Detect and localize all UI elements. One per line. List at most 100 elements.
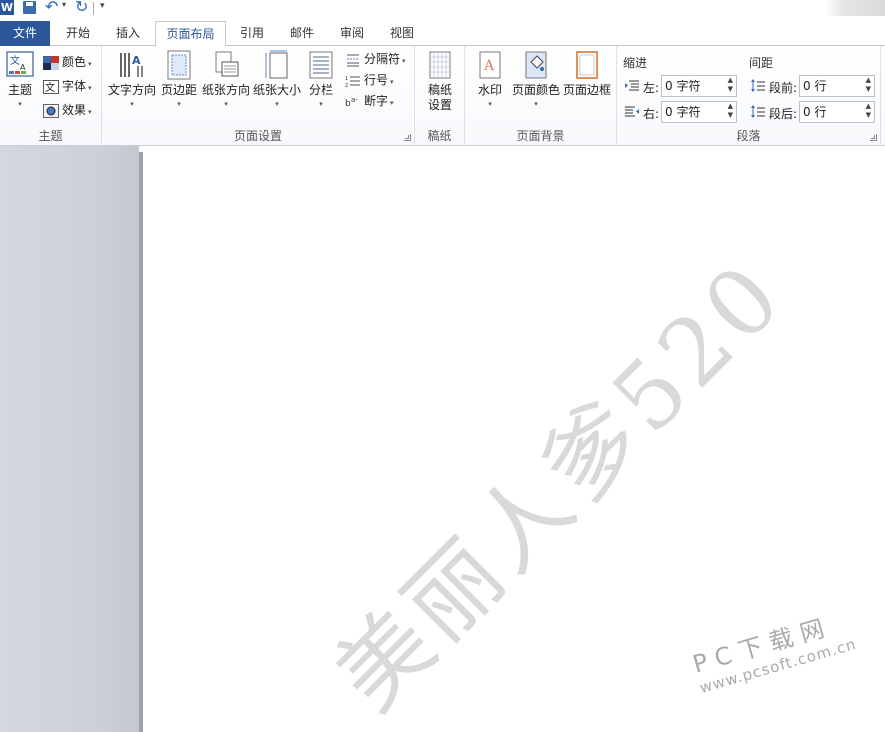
svg-text:A: A — [20, 63, 26, 72]
spin-arrows-icon[interactable]: ▲ ▼ — [866, 76, 871, 94]
indent-right-icon — [625, 106, 639, 117]
indent-left-value: 0 字符 — [665, 79, 701, 93]
page-color-button[interactable]: 页面颜色 ▾ — [512, 50, 560, 110]
theme-colors-button[interactable]: 颜色 ▾ — [43, 52, 92, 72]
page-size-button[interactable]: 纸张大小 ▾ — [252, 50, 302, 110]
manuscript-group: 稿纸 设置 稿纸 — [415, 46, 465, 146]
svg-text:a-: a- — [351, 96, 358, 104]
line-numbers-label: 行号 — [364, 73, 389, 87]
manuscript-settings-button[interactable]: 稿纸 设置 — [423, 50, 457, 113]
svg-text:文: 文 — [10, 54, 20, 67]
indent-heading: 缩进 — [623, 56, 648, 70]
columns-icon — [309, 51, 333, 79]
hyphenation-label: 断字 — [364, 94, 389, 108]
chevron-down-icon: ▾ — [275, 100, 279, 108]
spacing-heading: 间距 — [749, 56, 774, 70]
page-border-icon — [576, 51, 598, 79]
spacing-after-value: 0 行 — [803, 105, 827, 119]
chevron-down-icon: ▾ — [534, 100, 538, 108]
chevron-down-icon: ▾ — [18, 100, 22, 108]
theme-group-label: 主题 — [38, 129, 63, 143]
theme-group: 文 A 主题 ▾ 颜色 ▾ 文 字体 ▾ 效果 ▾ 主题 — [0, 46, 102, 146]
spacing-before-icon — [751, 79, 765, 92]
manuscript-label-line2: 设置 — [427, 98, 452, 112]
paragraph-group-label: 段落 — [736, 129, 761, 143]
page-size-icon — [265, 50, 288, 79]
line-numbers-button[interactable]: 1 2 行号 ▾ — [345, 70, 394, 90]
theme-fonts-button[interactable]: 文 字体 ▾ — [43, 76, 92, 96]
indent-right-value: 0 字符 — [665, 105, 701, 119]
indent-left-spinner[interactable]: 0 字符 ▲ ▼ — [661, 75, 737, 97]
indent-left-label: 左: — [643, 81, 660, 95]
paragraph-group: 缩进 间距 左: 0 字符 ▲ ▼ 右: 0 字符 ▲ ▼ 段前: 0 行 ▲ ▼ — [617, 46, 881, 146]
spacing-before-value: 0 行 — [803, 79, 827, 93]
spacing-before-label: 段前: — [769, 81, 798, 95]
columns-label: 分栏 — [308, 83, 333, 97]
orientation-button[interactable]: 纸张方向 ▾ — [201, 50, 251, 110]
page-setup-group: A 文字方向 ▾ 页边距 ▾ 纸张方向 ▾ 纸张大小 ▾ 分栏 ▾ 分隔符 ▾ … — [102, 46, 415, 146]
indent-left-icon — [625, 80, 639, 91]
ribbon: 文 A 主题 ▾ 颜色 ▾ 文 字体 ▾ 效果 ▾ 主题 A 文字方向 ▾ 页边… — [0, 46, 885, 146]
tab-review[interactable]: 审阅 — [330, 21, 374, 46]
tab-references[interactable]: 引用 — [230, 21, 274, 46]
theme-label: 主题 — [7, 83, 32, 97]
columns-button[interactable]: 分栏 ▾ — [306, 50, 336, 110]
margins-icon — [167, 50, 191, 80]
fonts-label: 字体 — [62, 79, 87, 93]
chevron-down-icon: ▾ — [130, 100, 134, 108]
spin-arrows-icon[interactable]: ▲ ▼ — [728, 76, 733, 94]
svg-text:文: 文 — [45, 81, 55, 94]
page-size-label: 纸张大小 — [252, 83, 301, 97]
breaks-button[interactable]: 分隔符 ▾ — [345, 49, 406, 69]
orientation-icon — [215, 51, 239, 77]
redo-icon[interactable]: ↻ — [75, 0, 88, 16]
chevron-down-icon: ▾ — [319, 100, 323, 108]
spin-arrows-icon[interactable]: ▲ ▼ — [728, 102, 733, 120]
text-direction-label: 文字方向 — [107, 83, 156, 97]
margins-label: 页边距 — [160, 83, 197, 97]
undo-icon[interactable]: ↶ — [45, 0, 58, 16]
customize-toolbar-icon[interactable]: ▾ — [100, 1, 105, 11]
text-direction-button[interactable]: A 文字方向 ▾ — [107, 50, 157, 110]
tab-home[interactable]: 开始 — [56, 21, 100, 46]
chevron-down-icon: ▾ — [177, 100, 181, 108]
tab-page-layout[interactable]: 页面布局 — [155, 21, 226, 47]
manuscript-grid-icon — [429, 51, 451, 79]
page-borders-button[interactable]: 页面边框 — [563, 50, 611, 98]
spacing-before-spinner[interactable]: 0 行 ▲ ▼ — [799, 75, 875, 97]
indent-right-label: 右: — [643, 107, 660, 121]
manuscript-group-label: 稿纸 — [427, 129, 452, 143]
margins-button[interactable]: 页边距 ▾ — [159, 50, 199, 110]
indent-right-spinner[interactable]: 0 字符 ▲ ▼ — [661, 101, 737, 123]
tab-file[interactable]: 文件 — [0, 21, 50, 46]
spacing-after-icon — [751, 105, 765, 118]
page-color-label: 页面颜色 — [512, 83, 561, 97]
save-icon[interactable] — [23, 1, 36, 14]
tab-insert[interactable]: 插入 — [106, 21, 150, 46]
paint-bucket-icon — [525, 51, 547, 79]
theme-effects-button[interactable]: 效果 ▾ — [43, 100, 92, 120]
word-icon[interactable]: W — [0, 0, 14, 15]
svg-text:1: 1 — [345, 76, 348, 82]
spacing-after-spinner[interactable]: 0 行 ▲ ▼ — [799, 101, 875, 123]
tab-view[interactable]: 视图 — [380, 21, 424, 46]
window-controls[interactable] — [825, 0, 885, 16]
hyphenation-icon: b a- — [345, 96, 358, 109]
watermark-button[interactable]: A 水印 ▾ — [473, 50, 507, 110]
font-icon: 文 — [43, 79, 59, 94]
chevron-down-icon: ▾ — [488, 100, 492, 108]
spin-arrows-icon[interactable]: ▲ ▼ — [866, 102, 871, 120]
color-palette-icon — [43, 55, 59, 70]
theme-button[interactable]: 文 A 主题 ▾ — [3, 50, 37, 110]
hyphenation-button[interactable]: b a- 断字 ▾ — [345, 91, 394, 111]
spacing-after-label: 段后: — [769, 107, 798, 121]
svg-text:2: 2 — [345, 83, 348, 88]
breaks-label: 分隔符 — [364, 52, 401, 66]
colors-label: 颜色 — [62, 55, 87, 69]
manuscript-label-line1: 稿纸 — [427, 83, 452, 97]
quick-access-toolbar: W ↶ ▾ ↻ ▾ — [0, 0, 885, 19]
tab-mailings[interactable]: 邮件 — [280, 21, 324, 46]
chevron-down-icon: ▾ — [224, 100, 228, 108]
undo-dropdown-icon[interactable]: ▾ — [62, 0, 66, 9]
effects-label: 效果 — [62, 103, 87, 117]
